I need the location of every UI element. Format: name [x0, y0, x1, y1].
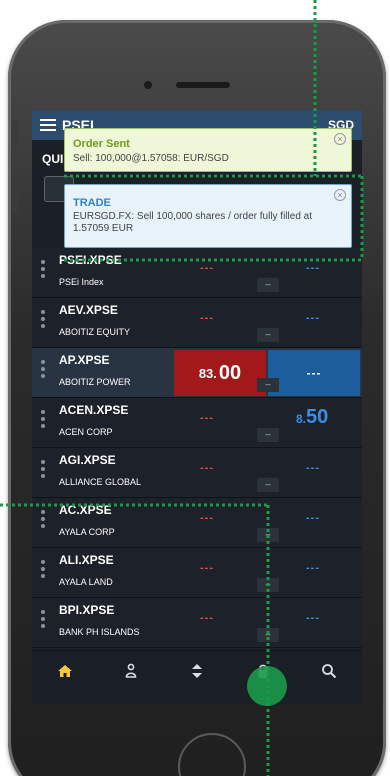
- drag-handle-icon[interactable]: [41, 610, 45, 628]
- drag-handle-icon[interactable]: [41, 310, 45, 328]
- ask-price-decimal: 50: [306, 406, 329, 428]
- ask-price[interactable]: ---: [306, 612, 320, 624]
- drag-handle-icon[interactable]: [41, 410, 45, 428]
- list-item[interactable]: PSEI.XPSE PSEi Index --- --- --: [32, 248, 362, 298]
- company-name: BANK PH ISLANDS: [59, 627, 140, 637]
- company-name: ABOITIZ POWER: [59, 377, 131, 387]
- ask-price[interactable]: ---: [306, 312, 320, 324]
- ask-price[interactable]: ---: [306, 462, 320, 474]
- home-icon[interactable]: [50, 656, 80, 686]
- bid-price[interactable]: ---: [200, 512, 214, 524]
- notification-title: Order Sent: [73, 138, 130, 150]
- change-badge: --: [257, 278, 279, 292]
- change-badge: --: [257, 578, 279, 592]
- list-item[interactable]: BPI.XPSE BANK PH ISLANDS --- --- --: [32, 598, 362, 648]
- list-item[interactable]: AGI.XPSE ALLIANCE GLOBAL --- --- --: [32, 448, 362, 498]
- change-badge: --: [257, 478, 279, 492]
- bid-price-highlight[interactable]: 83. 00: [174, 350, 266, 396]
- symbol: AGI.XPSE: [59, 453, 116, 467]
- menu-icon[interactable]: [40, 119, 56, 131]
- ask-price-integer: 8.: [296, 412, 307, 426]
- bid-price[interactable]: ---: [200, 312, 214, 324]
- bid-price[interactable]: ---: [200, 612, 214, 624]
- company-name: ACEN CORP: [59, 427, 113, 437]
- drag-handle-icon[interactable]: [41, 460, 45, 478]
- drag-handle-icon[interactable]: [41, 260, 45, 278]
- mute-switch: [12, 120, 18, 146]
- watchlist: PSEI.XPSE PSEi Index --- --- -- AEV.XPSE…: [32, 248, 362, 648]
- drag-handle-icon[interactable]: [41, 510, 45, 528]
- ask-price[interactable]: ---: [306, 512, 320, 524]
- list-item[interactable]: AEV.XPSE ABOITIZ EQUITY --- --- --: [32, 298, 362, 348]
- camera: [144, 81, 152, 89]
- list-item-selected[interactable]: AP.XPSE ABOITIZ POWER 83. 00 --- --: [32, 348, 362, 398]
- bottom-tab-bar: [32, 650, 362, 690]
- tap-indicator: [247, 666, 287, 706]
- drag-handle-icon[interactable]: [41, 560, 45, 578]
- change-badge: --: [257, 378, 279, 392]
- bid-price[interactable]: ---: [200, 462, 214, 474]
- order-sent-notification[interactable]: Order Sent Sell: 100,000@1.57058: EUR/SG…: [64, 128, 352, 172]
- speaker: [176, 82, 230, 88]
- change-badge: --: [257, 428, 279, 442]
- company-name: ABOITIZ EQUITY: [59, 327, 131, 337]
- bid-price[interactable]: ---: [200, 262, 214, 274]
- ask-price[interactable]: ---: [306, 262, 320, 274]
- notification-title: TRADE: [73, 197, 111, 209]
- bid-price-integer: 83.: [198, 365, 217, 381]
- symbol: BPI.XPSE: [59, 603, 115, 617]
- bid-price[interactable]: ---: [200, 412, 214, 424]
- company-name: AYALA CORP: [59, 527, 115, 537]
- canvas: PSEI SGD QUI PSEI.XPSE PSEi Index --- --…: [0, 0, 390, 776]
- bid-price-decimal: 00: [218, 361, 242, 384]
- ask-price[interactable]: ---: [306, 562, 320, 574]
- notification-message: EURSGD.FX: Sell 100,000 shares / order f…: [73, 211, 312, 234]
- trade-notification[interactable]: TRADE EURSGD.FX: Sell 100,000 shares / o…: [64, 184, 352, 248]
- company-name: ALLIANCE GLOBAL: [59, 477, 142, 487]
- symbol: AEV.XPSE: [59, 303, 118, 317]
- change-badge: --: [257, 628, 279, 642]
- symbol: PSEI.XPSE: [59, 253, 122, 267]
- list-item[interactable]: AC.XPSE AYALA CORP --- --- --: [32, 498, 362, 548]
- list-item[interactable]: ACEN.XPSE ACEN CORP --- 8.50 --: [32, 398, 362, 448]
- company-name: AYALA LAND: [59, 577, 113, 587]
- ask-price[interactable]: 8.50: [296, 406, 328, 429]
- search-icon[interactable]: [314, 656, 344, 686]
- change-badge: --: [257, 528, 279, 542]
- bid-price[interactable]: ---: [200, 562, 214, 574]
- close-icon[interactable]: ×: [334, 189, 346, 201]
- symbol: ACEN.XPSE: [59, 403, 129, 417]
- quick-access-label: QUI: [42, 152, 64, 166]
- person-icon[interactable]: [116, 656, 146, 686]
- symbol: ALI.XPSE: [59, 553, 114, 567]
- volume-up-button: [12, 170, 18, 214]
- symbol: AC.XPSE: [59, 503, 112, 517]
- home-button[interactable]: [178, 733, 246, 776]
- sort-icon[interactable]: [182, 656, 212, 686]
- close-icon[interactable]: ×: [334, 133, 346, 145]
- symbol: AP.XPSE: [59, 353, 110, 367]
- drag-handle-icon[interactable]: [41, 360, 45, 378]
- company-name: PSEi Index: [59, 277, 104, 287]
- list-item[interactable]: ALI.XPSE AYALA LAND --- --- --: [32, 548, 362, 598]
- change-badge: --: [257, 328, 279, 342]
- notification-message: Sell: 100,000@1.57058: EUR/SGD: [73, 153, 229, 164]
- ask-price-highlight[interactable]: ---: [268, 350, 360, 396]
